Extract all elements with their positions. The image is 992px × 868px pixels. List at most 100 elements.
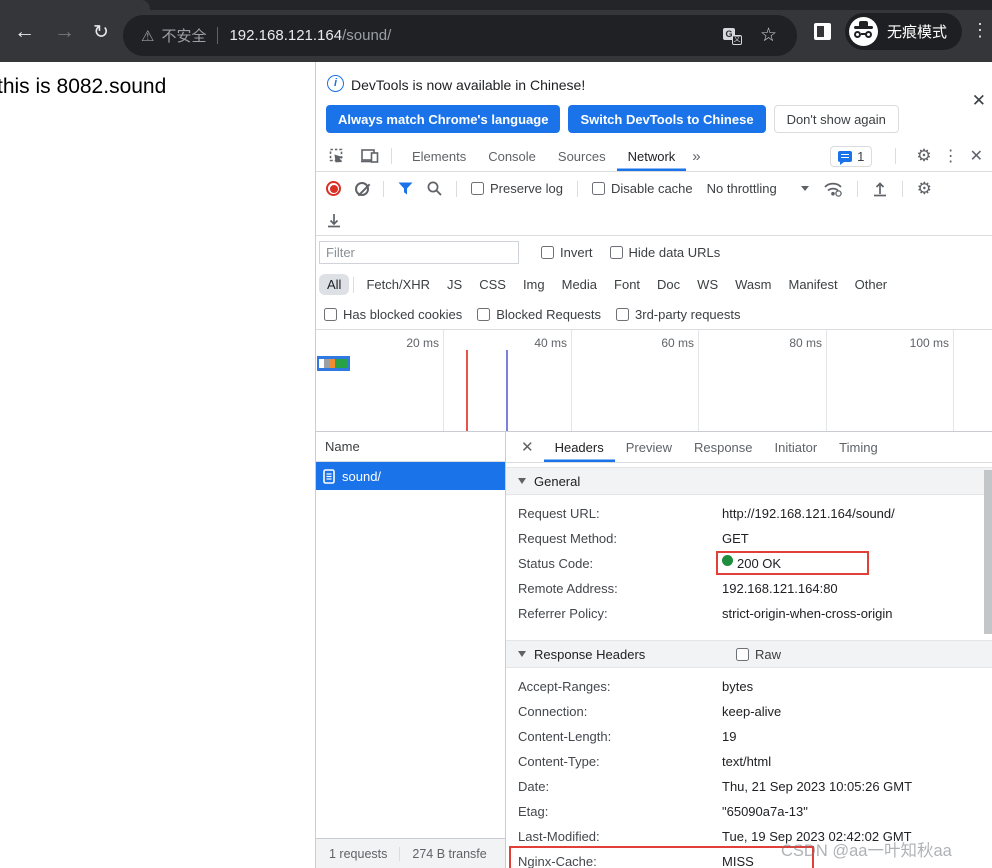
third-party-requests-checkbox[interactable]: 3rd-party requests bbox=[616, 307, 741, 322]
browser-menu-icon[interactable]: ⋮ bbox=[971, 20, 989, 41]
active-tab[interactable] bbox=[0, 0, 150, 10]
tick-100ms: 100 ms bbox=[891, 336, 949, 350]
chip-font[interactable]: Font bbox=[609, 274, 645, 295]
chip-ws[interactable]: WS bbox=[692, 274, 723, 295]
chip-img[interactable]: Img bbox=[518, 274, 550, 295]
kv-row: Referrer Policy:strict-origin-when-cross… bbox=[506, 601, 992, 626]
tick-60ms: 60 ms bbox=[636, 336, 694, 350]
tab-network[interactable]: Network bbox=[617, 141, 687, 171]
chip-doc[interactable]: Doc bbox=[652, 274, 685, 295]
tab-initiator[interactable]: Initiator bbox=[764, 432, 829, 462]
tick-40ms: 40 ms bbox=[509, 336, 567, 350]
kv-row: Request Method:GET bbox=[506, 526, 992, 551]
url-path[interactable]: /sound/ bbox=[342, 27, 391, 44]
incognito-badge[interactable]: 无痕模式 bbox=[845, 13, 962, 50]
inspect-element-icon[interactable] bbox=[329, 148, 346, 164]
tab-preview[interactable]: Preview bbox=[615, 432, 683, 462]
issues-badge[interactable]: 1 bbox=[830, 146, 872, 167]
tab-response[interactable]: Response bbox=[683, 432, 764, 462]
chip-media[interactable]: Media bbox=[557, 274, 602, 295]
side-panel-icon[interactable] bbox=[814, 23, 831, 40]
general-section-header[interactable]: General bbox=[506, 467, 992, 495]
import-har-icon[interactable] bbox=[872, 181, 888, 197]
network-conditions-icon[interactable] bbox=[823, 181, 843, 197]
disable-cache-checkbox[interactable]: Disable cache bbox=[592, 181, 693, 196]
forward-icon[interactable]: → bbox=[54, 21, 75, 42]
request-row-sound[interactable]: sound/ bbox=[316, 462, 505, 490]
chip-js[interactable]: JS bbox=[442, 274, 467, 295]
devtools-menu-icon[interactable]: ⋮ bbox=[943, 146, 959, 166]
browser-toolbar: ← → ↻ ⚠ 不安全 192.168.121.164/sound/ G 文 ☆… bbox=[0, 0, 992, 62]
network-toolbar: Preserve log Disable cache No throttling… bbox=[316, 172, 992, 205]
request-detail-panel: ✕ Headers Preview Response Initiator Tim… bbox=[506, 432, 992, 868]
chip-all[interactable]: All bbox=[319, 274, 349, 295]
detail-tabs: ✕ Headers Preview Response Initiator Tim… bbox=[506, 432, 992, 463]
export-har-icon[interactable] bbox=[326, 212, 342, 228]
bookmark-star-icon[interactable]: ☆ bbox=[760, 24, 777, 47]
language-banner: i DevTools is now available in Chinese! … bbox=[316, 62, 992, 141]
filter-funnel-icon[interactable] bbox=[398, 182, 413, 195]
chip-fetch-xhr[interactable]: Fetch/XHR bbox=[361, 274, 435, 295]
translate-icon[interactable]: G 文 bbox=[723, 27, 742, 45]
scrollbar-thumb[interactable] bbox=[984, 470, 992, 634]
load-event-line bbox=[506, 350, 508, 431]
info-icon: i bbox=[327, 75, 344, 92]
network-overview-timeline[interactable]: 20 ms 40 ms 60 ms 80 ms 100 ms bbox=[316, 330, 992, 432]
has-blocked-cookies-checkbox[interactable]: Has blocked cookies bbox=[324, 307, 462, 322]
back-icon[interactable]: ← bbox=[14, 21, 35, 42]
tab-console[interactable]: Console bbox=[477, 141, 547, 171]
response-header-rows: Accept-Ranges:bytes Connection:keep-aliv… bbox=[506, 668, 992, 868]
record-button[interactable] bbox=[326, 181, 341, 196]
kv-row: Request URL:http://192.168.121.164/sound… bbox=[506, 501, 992, 526]
document-icon bbox=[323, 469, 335, 484]
detail-close-icon[interactable]: ✕ bbox=[521, 438, 534, 456]
collapse-triangle-icon bbox=[518, 478, 526, 484]
reload-icon[interactable]: ↻ bbox=[93, 22, 109, 43]
tick-80ms: 80 ms bbox=[764, 336, 822, 350]
preserve-log-checkbox[interactable]: Preserve log bbox=[471, 181, 563, 196]
invert-checkbox[interactable]: Invert bbox=[541, 245, 593, 260]
chip-manifest[interactable]: Manifest bbox=[783, 274, 842, 295]
issues-bubble-icon bbox=[838, 151, 852, 162]
blocked-requests-checkbox[interactable]: Blocked Requests bbox=[477, 307, 601, 322]
more-tabs-icon[interactable]: » bbox=[686, 148, 706, 165]
search-icon[interactable] bbox=[427, 181, 442, 196]
dont-show-again-button[interactable]: Don't show again bbox=[774, 105, 899, 133]
warning-icon[interactable]: ⚠ bbox=[141, 27, 154, 45]
waterfall-bar[interactable] bbox=[317, 356, 350, 371]
network-settings-gear-icon[interactable]: ⚙ bbox=[917, 179, 932, 199]
tab-timing[interactable]: Timing bbox=[828, 432, 889, 462]
settings-gear-icon[interactable]: ⚙ bbox=[916, 146, 931, 166]
devtools-close-icon[interactable]: ✕ bbox=[970, 146, 983, 166]
raw-checkbox[interactable]: Raw bbox=[736, 647, 781, 662]
throttling-select[interactable]: No throttling bbox=[707, 181, 809, 196]
name-column-header[interactable]: Name bbox=[316, 432, 505, 462]
banner-message: DevTools is now available in Chinese! bbox=[351, 77, 585, 93]
requests-panel: Name sound/ 1 requests 274 B transfe bbox=[316, 432, 506, 868]
tab-headers[interactable]: Headers bbox=[544, 432, 615, 462]
match-language-button[interactable]: Always match Chrome's language bbox=[326, 105, 560, 133]
filter-input[interactable] bbox=[319, 241, 519, 264]
device-toolbar-icon[interactable] bbox=[361, 149, 379, 164]
general-rows: Request URL:http://192.168.121.164/sound… bbox=[506, 495, 992, 626]
url-host[interactable]: 192.168.121.164 bbox=[229, 27, 342, 44]
kv-row: Date:Thu, 21 Sep 2023 10:05:26 GMT bbox=[506, 774, 992, 799]
hide-data-urls-checkbox[interactable]: Hide data URLs bbox=[610, 245, 721, 260]
chip-other[interactable]: Other bbox=[850, 274, 893, 295]
clear-button[interactable] bbox=[355, 182, 369, 196]
banner-close-icon[interactable]: ✕ bbox=[972, 91, 986, 111]
incognito-label: 无痕模式 bbox=[887, 21, 947, 42]
address-bar[interactable]: ⚠ 不安全 192.168.121.164/sound/ G 文 ☆ bbox=[123, 15, 797, 56]
incognito-icon bbox=[849, 17, 878, 46]
tab-sources[interactable]: Sources bbox=[547, 141, 617, 171]
tab-strip bbox=[0, 0, 992, 10]
security-label[interactable]: 不安全 bbox=[161, 25, 206, 46]
tab-elements[interactable]: Elements bbox=[401, 141, 477, 171]
chip-wasm[interactable]: Wasm bbox=[730, 274, 776, 295]
tick-20ms: 20 ms bbox=[381, 336, 439, 350]
response-headers-section-header[interactable]: Response Headers Raw bbox=[506, 640, 992, 668]
page-content: this is 8082.sound bbox=[0, 62, 315, 868]
switch-to-chinese-button[interactable]: Switch DevTools to Chinese bbox=[568, 105, 765, 133]
chip-css[interactable]: CSS bbox=[474, 274, 511, 295]
devtools-panel: i DevTools is now available in Chinese! … bbox=[315, 62, 992, 868]
